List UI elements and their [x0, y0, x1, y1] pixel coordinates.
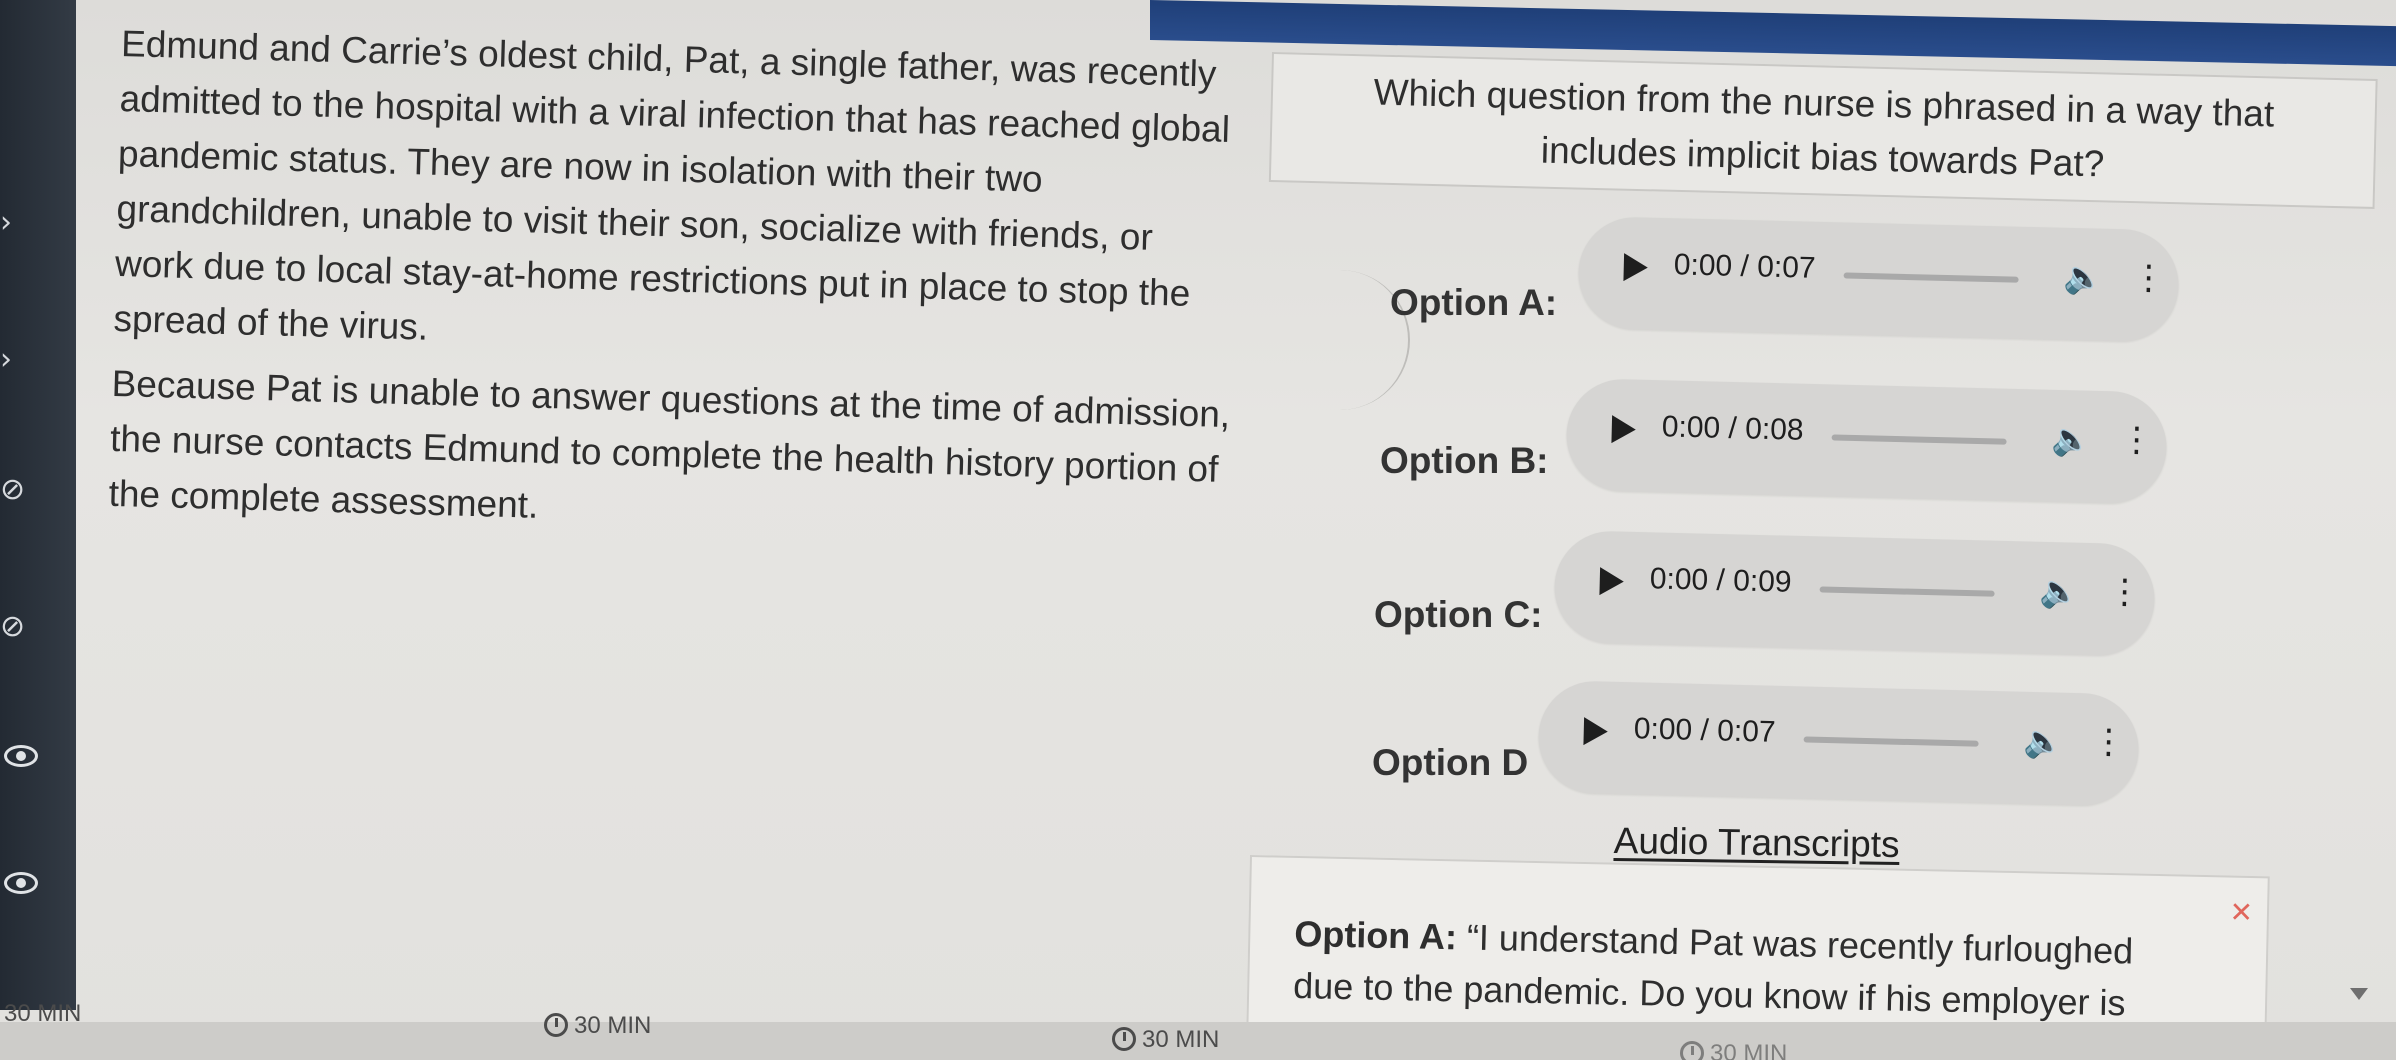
- more-options-icon[interactable]: ⋮: [2107, 572, 2142, 613]
- audio-time: 0:00 / 0:09: [1649, 562, 1792, 599]
- transcript-text: Option A: “I understand Pat was recently…: [1293, 908, 2195, 1031]
- audio-player-option-d[interactable]: 0:00 / 0:07 🔈 ⋮: [1537, 680, 2140, 807]
- audio-player-option-c[interactable]: 0:00 / 0:09 🔈 ⋮: [1553, 530, 2156, 657]
- audio-player-option-b[interactable]: 0:00 / 0:08 🔈 ⋮: [1565, 378, 2168, 505]
- transcript-panel: ✕ Option A: “I understand Pat was recent…: [1246, 855, 2270, 1047]
- more-options-icon[interactable]: ⋮: [2091, 722, 2126, 763]
- timer-label: 30 MIN: [4, 1000, 82, 1027]
- volume-icon[interactable]: 🔈: [2023, 722, 2064, 761]
- left-tool-rail: › › ⊘ ⊘: [0, 0, 76, 1010]
- eye-icon[interactable]: [4, 745, 38, 767]
- transcript-option-label: Option A:: [1293, 912, 1458, 958]
- volume-icon[interactable]: 🔈: [2051, 420, 2092, 459]
- clock-icon: [544, 1013, 568, 1037]
- more-options-icon[interactable]: ⋮: [2131, 258, 2166, 299]
- audio-time: 0:00 / 0:08: [1661, 410, 1804, 447]
- question-text: Which question from the nurse is phrased…: [1373, 71, 2275, 185]
- option-a-label: Option A:: [1390, 282, 1558, 323]
- timer-chip: 30 MIN: [544, 1012, 651, 1040]
- clock-icon: [1112, 1027, 1136, 1051]
- timer-label: 30 MIN: [574, 1012, 652, 1039]
- volume-slider[interactable]: [1843, 272, 2019, 283]
- chevron-right-icon[interactable]: ›: [0, 345, 12, 375]
- timer-chip: 30 MIN: [1680, 1040, 1787, 1060]
- eye-slash-icon[interactable]: ⊘: [0, 612, 25, 642]
- close-icon[interactable]: ✕: [2229, 896, 2253, 929]
- chevron-right-icon[interactable]: ›: [0, 208, 12, 238]
- eye-icon[interactable]: [4, 872, 38, 894]
- clock-icon: [1680, 1041, 1704, 1060]
- option-d-label: Option D: [1372, 742, 1529, 783]
- timer-label: 30 MIN: [1710, 1040, 1788, 1060]
- question-box: Which question from the nurse is phrased…: [1268, 52, 2378, 209]
- passage-paragraph-2: Because Pat is unable to answer question…: [108, 362, 1231, 526]
- timer-chip: 30 MIN: [1112, 1026, 1219, 1054]
- more-options-icon[interactable]: ⋮: [2119, 420, 2154, 461]
- play-icon[interactable]: [1599, 567, 1625, 596]
- audio-player-option-a[interactable]: 0:00 / 0:07 🔈 ⋮: [1577, 216, 2180, 343]
- audio-time: 0:00 / 0:07: [1673, 248, 1816, 285]
- passage-paragraph-1: Edmund and Carrie’s oldest child, Pat, a…: [112, 22, 1231, 348]
- option-b-label: Option B:: [1380, 440, 1549, 481]
- case-passage: Edmund and Carrie’s oldest child, Pat, a…: [108, 16, 1242, 562]
- volume-icon[interactable]: 🔈: [2039, 572, 2080, 611]
- eye-slash-icon[interactable]: ⊘: [0, 475, 25, 505]
- scroll-down-icon[interactable]: [2350, 988, 2368, 1000]
- screen: › › ⊘ ⊘ Edmund and Carrie’s oldest child…: [0, 0, 2396, 1060]
- audio-time: 0:00 / 0:07: [1633, 712, 1776, 749]
- volume-slider[interactable]: [1831, 434, 2007, 445]
- volume-slider[interactable]: [1819, 586, 1995, 597]
- audio-transcripts-link[interactable]: Audio Transcripts: [1613, 820, 1899, 866]
- timer-chip: 30 MIN: [4, 1000, 81, 1028]
- timer-label: 30 MIN: [1142, 1026, 1220, 1053]
- volume-icon[interactable]: 🔈: [2063, 258, 2104, 297]
- play-icon[interactable]: [1611, 415, 1637, 444]
- option-c-label: Option C:: [1374, 594, 1543, 635]
- play-icon[interactable]: [1623, 253, 1649, 282]
- volume-slider[interactable]: [1803, 736, 1979, 747]
- play-icon[interactable]: [1583, 717, 1609, 746]
